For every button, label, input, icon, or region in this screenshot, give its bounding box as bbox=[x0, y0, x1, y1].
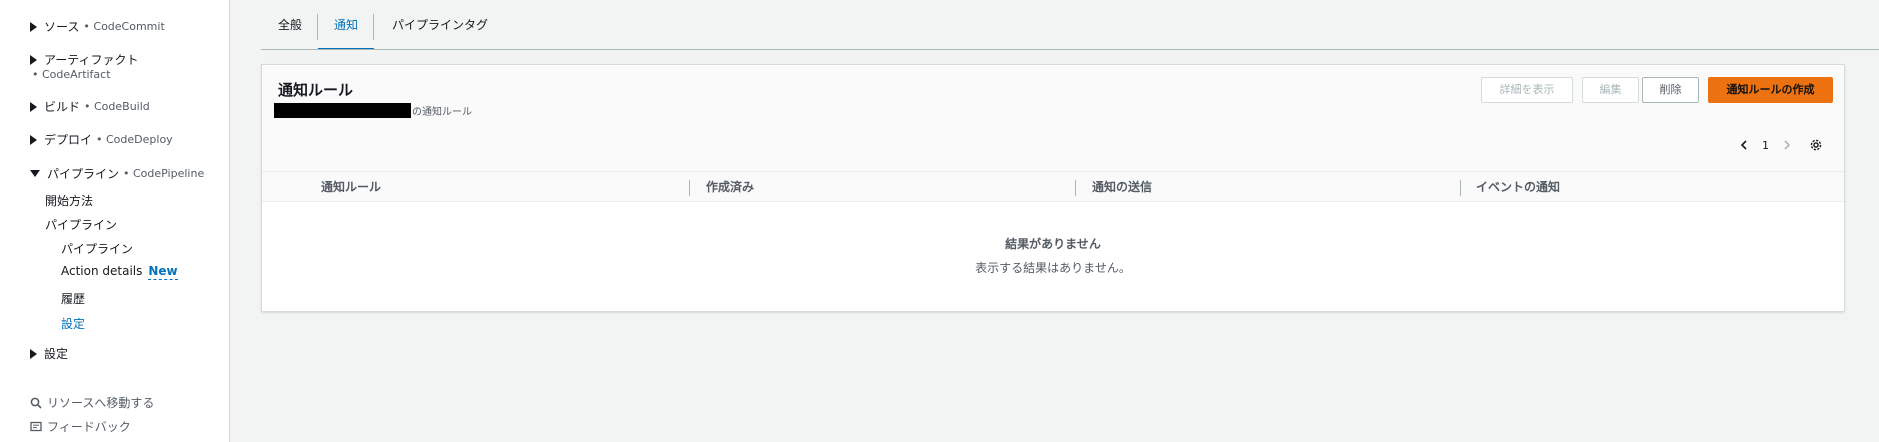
panel-description-text: の通知ルール bbox=[412, 107, 472, 118]
chevron-right-icon[interactable] bbox=[1781, 139, 1793, 151]
nav-item-pipeline[interactable]: パイプライン bbox=[61, 240, 133, 257]
empty-state-title: 結果がありません bbox=[1005, 237, 1101, 251]
feedback-link[interactable]: フィードバック bbox=[30, 418, 131, 435]
side-navigation: ソース • CodeCommit アーティファクト • CodeArtifact… bbox=[0, 0, 230, 442]
nav-group-artifacts[interactable]: アーティファクト bbox=[30, 51, 139, 68]
nav-group-label: アーティファクト bbox=[44, 53, 139, 67]
nav-item-history[interactable]: 履歴 bbox=[61, 290, 85, 307]
feedback-label: フィードバック bbox=[47, 420, 131, 434]
table-header: 通知ルール 作成済み 通知の送信 イベントの通知 bbox=[262, 171, 1844, 202]
caret-right-icon bbox=[30, 101, 37, 112]
nav-group-pipeline[interactable]: パイプライン • CodePipeline bbox=[30, 165, 204, 182]
nav-group-service: • CodePipeline bbox=[123, 167, 205, 180]
tab-bar: 全般 通知 パイプラインタグ bbox=[261, 0, 1879, 50]
nav-group-label: パイプライン bbox=[47, 167, 120, 181]
column-header-created[interactable]: 作成済み bbox=[706, 172, 754, 203]
create-notification-rule-button[interactable]: 通知ルールの作成 bbox=[1708, 77, 1833, 103]
view-details-button[interactable]: 詳細を表示 bbox=[1481, 77, 1573, 103]
column-divider[interactable] bbox=[1460, 180, 1461, 196]
nav-group-label: ビルド bbox=[44, 100, 81, 114]
panel-header: 通知ルール の通知ルール 詳細を表示 編集 削除 通知ルールの作成 1 bbox=[262, 65, 1844, 171]
nav-group-label: ソース bbox=[44, 20, 80, 34]
caret-right-icon bbox=[30, 54, 37, 65]
go-to-resource-link[interactable]: リソースへ移動する bbox=[30, 394, 154, 411]
column-divider[interactable] bbox=[689, 180, 690, 196]
caret-right-icon bbox=[30, 134, 37, 145]
empty-state-message: 表示する結果はありません。 bbox=[975, 261, 1131, 275]
notification-rules-panel: 通知ルール の通知ルール 詳細を表示 編集 削除 通知ルールの作成 1 通知ルー… bbox=[261, 64, 1845, 312]
nav-group-service: • CodeArtifact bbox=[32, 68, 111, 81]
column-header-targets[interactable]: 通知の送信 bbox=[1092, 172, 1152, 203]
nav-item-settings[interactable]: 設定 bbox=[61, 315, 85, 332]
tab-pipeline-tags[interactable]: パイプラインタグ bbox=[392, 0, 488, 50]
tab-general[interactable]: 全般 bbox=[278, 0, 302, 50]
nav-group-source[interactable]: ソース • CodeCommit bbox=[30, 18, 165, 35]
nav-group-build[interactable]: ビルド • CodeBuild bbox=[30, 98, 150, 115]
nav-item-label: Action details bbox=[61, 264, 143, 278]
tab-notifications[interactable]: 通知 bbox=[318, 0, 375, 50]
nav-group-label: デプロイ bbox=[44, 133, 93, 147]
page-number[interactable]: 1 bbox=[1762, 139, 1769, 152]
feedback-icon bbox=[30, 421, 42, 431]
delete-button[interactable]: 削除 bbox=[1642, 77, 1699, 103]
nav-item-action-details[interactable]: Action details New bbox=[61, 264, 178, 280]
column-header-events[interactable]: イベントの通知 bbox=[1476, 172, 1560, 203]
tab-divider bbox=[373, 14, 374, 40]
nav-item-pipelines[interactable]: パイプライン bbox=[45, 216, 117, 233]
search-icon bbox=[30, 397, 42, 409]
nav-item-getting-started[interactable]: 開始方法 bbox=[45, 192, 93, 209]
pagination: 1 bbox=[1738, 135, 1793, 155]
column-divider[interactable] bbox=[1075, 180, 1076, 196]
nav-group-settings[interactable]: 設定 bbox=[30, 345, 68, 362]
nav-group-service: • CodeDeploy bbox=[96, 133, 173, 146]
nav-group-deploy[interactable]: デプロイ • CodeDeploy bbox=[30, 131, 173, 148]
nav-group-label: 設定 bbox=[44, 347, 69, 361]
go-to-resource-label: リソースへ移動する bbox=[47, 396, 155, 410]
panel-description: の通知ルール bbox=[274, 103, 472, 118]
redacted-pipeline-name bbox=[274, 103, 411, 118]
chevron-left-icon[interactable] bbox=[1738, 139, 1750, 151]
column-header-rule[interactable]: 通知ルール bbox=[321, 172, 381, 203]
gear-icon[interactable] bbox=[1809, 138, 1823, 152]
new-badge: New bbox=[148, 264, 178, 280]
tab-underline bbox=[261, 49, 1879, 50]
caret-right-icon bbox=[30, 348, 37, 359]
nav-group-service: • CodeBuild bbox=[84, 100, 150, 113]
panel-title: 通知ルール bbox=[278, 81, 354, 99]
nav-group-service: • CodeCommit bbox=[83, 20, 165, 33]
caret-right-icon bbox=[30, 21, 37, 32]
caret-down-icon bbox=[30, 170, 40, 177]
edit-button[interactable]: 編集 bbox=[1582, 77, 1639, 103]
